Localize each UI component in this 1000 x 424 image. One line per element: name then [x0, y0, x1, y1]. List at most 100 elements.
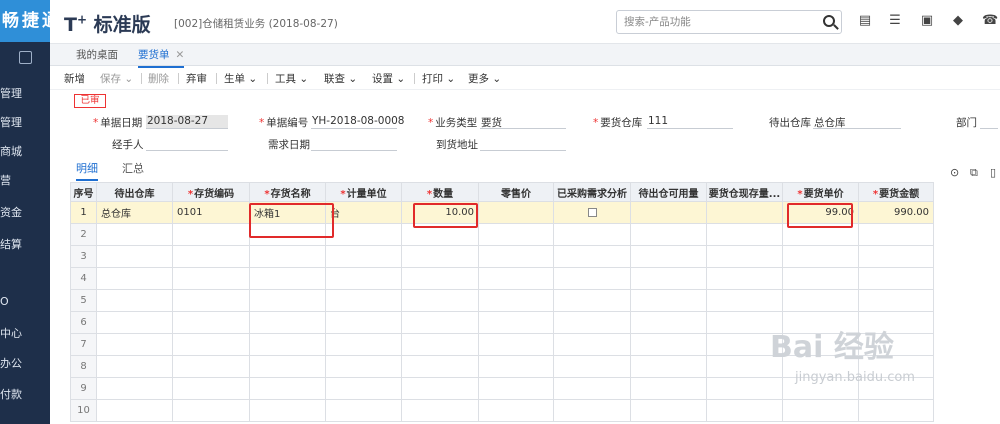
grid-cell[interactable]: [630, 355, 707, 378]
grid-cell[interactable]: [249, 399, 326, 422]
cell-analyzed[interactable]: [553, 201, 631, 224]
grid-cell[interactable]: [858, 223, 934, 246]
grid-cell[interactable]: [478, 333, 554, 356]
grid-cell[interactable]: [478, 377, 554, 400]
bell-icon[interactable]: ◆: [951, 14, 965, 28]
save-button[interactable]: 保存 ⌄: [100, 71, 133, 86]
sidebar-item-1[interactable]: 管理: [0, 85, 22, 101]
grid-cell[interactable]: [478, 289, 554, 312]
table-row[interactable]: 5: [70, 289, 934, 312]
doc-date-field[interactable]: 2018-08-27: [146, 115, 228, 129]
grid-cell[interactable]: [553, 333, 631, 356]
tools-button[interactable]: 工具 ⌄: [275, 71, 308, 86]
grid-cell[interactable]: [630, 333, 707, 356]
grid-cell[interactable]: [325, 267, 402, 290]
grid-cell[interactable]: [325, 223, 402, 246]
grid-cell[interactable]: [325, 311, 402, 334]
checklist-icon[interactable]: ☰: [888, 14, 902, 28]
cell-unit[interactable]: 台: [325, 201, 402, 224]
phone-icon[interactable]: ☎: [982, 14, 998, 28]
grid-cell[interactable]: [96, 245, 173, 268]
grid-cell[interactable]: [782, 399, 859, 422]
grid-cell[interactable]: [249, 245, 326, 268]
tab-requisition[interactable]: 要货单 ✕: [138, 47, 185, 68]
grid-cell[interactable]: [478, 399, 554, 422]
grid-cell[interactable]: [553, 355, 631, 378]
tab-summary[interactable]: 汇总: [122, 160, 144, 176]
table-row[interactable]: 10: [70, 399, 934, 422]
sidebar-item-5[interactable]: 资金: [0, 204, 22, 220]
grid-cell[interactable]: [706, 399, 783, 422]
close-icon[interactable]: ✕: [176, 49, 185, 61]
linked-query-button[interactable]: 联查 ⌄: [324, 71, 357, 86]
sidebar-item-3[interactable]: 商城: [0, 143, 22, 159]
handler-field[interactable]: [146, 137, 228, 151]
grid-cell[interactable]: [401, 399, 479, 422]
grid-cell[interactable]: [96, 399, 173, 422]
req-warehouse-field[interactable]: 111: [647, 115, 733, 129]
grid-cell[interactable]: [630, 399, 707, 422]
grid-cell[interactable]: [553, 311, 631, 334]
grid-cell[interactable]: [706, 289, 783, 312]
grid-cell[interactable]: [172, 223, 250, 246]
grid-cell[interactable]: [172, 399, 250, 422]
col-header-stock[interactable]: 要货仓现存量...: [706, 182, 783, 202]
grid-cell[interactable]: [96, 355, 173, 378]
col-header-name[interactable]: *存货名称: [249, 182, 326, 202]
grid-cell[interactable]: [249, 377, 326, 400]
grid-cell[interactable]: [325, 333, 402, 356]
unaudit-button[interactable]: 弃审: [186, 71, 207, 86]
message-icon[interactable]: ▣: [920, 14, 934, 28]
paste-icon[interactable]: ▯: [990, 166, 996, 179]
grid-cell[interactable]: [782, 289, 859, 312]
grid-cell[interactable]: [630, 311, 707, 334]
grid-cell[interactable]: [172, 245, 250, 268]
sidebar-item-9[interactable]: 办公: [0, 355, 22, 371]
grid-cell[interactable]: [401, 355, 479, 378]
sidebar-item-4[interactable]: 营: [0, 172, 11, 188]
grid-cell[interactable]: [858, 399, 934, 422]
doc-no-field[interactable]: YH-2018-08-0008: [311, 115, 404, 129]
grid-cell[interactable]: [553, 399, 631, 422]
grid-cell[interactable]: [401, 311, 479, 334]
grid-cell[interactable]: [325, 377, 402, 400]
col-header-analyzed[interactable]: 已采购需求分析: [553, 182, 631, 202]
grid-cell[interactable]: [782, 267, 859, 290]
col-header-retail[interactable]: 零售价: [478, 182, 554, 202]
grid-cell[interactable]: [249, 333, 326, 356]
grid-cell[interactable]: [172, 355, 250, 378]
tab-detail[interactable]: 明细: [76, 160, 98, 181]
grid-cell[interactable]: [249, 355, 326, 378]
location-icon[interactable]: ⊙: [950, 166, 959, 179]
grid-cell[interactable]: [858, 245, 934, 268]
cell-avail[interactable]: [630, 201, 707, 224]
need-date-field[interactable]: [311, 137, 397, 151]
dept-field[interactable]: [980, 115, 998, 129]
grid-cell[interactable]: [553, 245, 631, 268]
grid-cell[interactable]: [401, 377, 479, 400]
tab-my-desktop[interactable]: 我的桌面: [76, 47, 118, 62]
grid-cell[interactable]: [553, 289, 631, 312]
grid-cell[interactable]: [630, 267, 707, 290]
cell-amount[interactable]: 990.00: [858, 201, 934, 224]
grid-cell[interactable]: [478, 267, 554, 290]
sidebar-toggle[interactable]: [0, 42, 50, 72]
grid-cell[interactable]: [172, 267, 250, 290]
col-header-warehouse[interactable]: 待出仓库: [96, 182, 173, 202]
grid-cell[interactable]: [96, 333, 173, 356]
search-input[interactable]: [617, 11, 807, 33]
table-row[interactable]: 4: [70, 267, 934, 290]
analyzed-checkbox[interactable]: [587, 207, 597, 217]
generate-button[interactable]: 生单 ⌄: [224, 71, 257, 86]
grid-cell[interactable]: [630, 223, 707, 246]
table-row[interactable]: 3: [70, 245, 934, 268]
settings-button[interactable]: 设置 ⌄: [372, 71, 405, 86]
grid-cell[interactable]: [401, 245, 479, 268]
delete-button[interactable]: 删除: [148, 71, 169, 86]
grid-cell[interactable]: [553, 377, 631, 400]
sidebar-item-8[interactable]: 中心: [0, 325, 22, 341]
cell-retail[interactable]: [478, 201, 554, 224]
cell-warehouse[interactable]: 总仓库: [96, 201, 173, 224]
grid-cell[interactable]: [249, 267, 326, 290]
grid-cell[interactable]: [706, 377, 783, 400]
